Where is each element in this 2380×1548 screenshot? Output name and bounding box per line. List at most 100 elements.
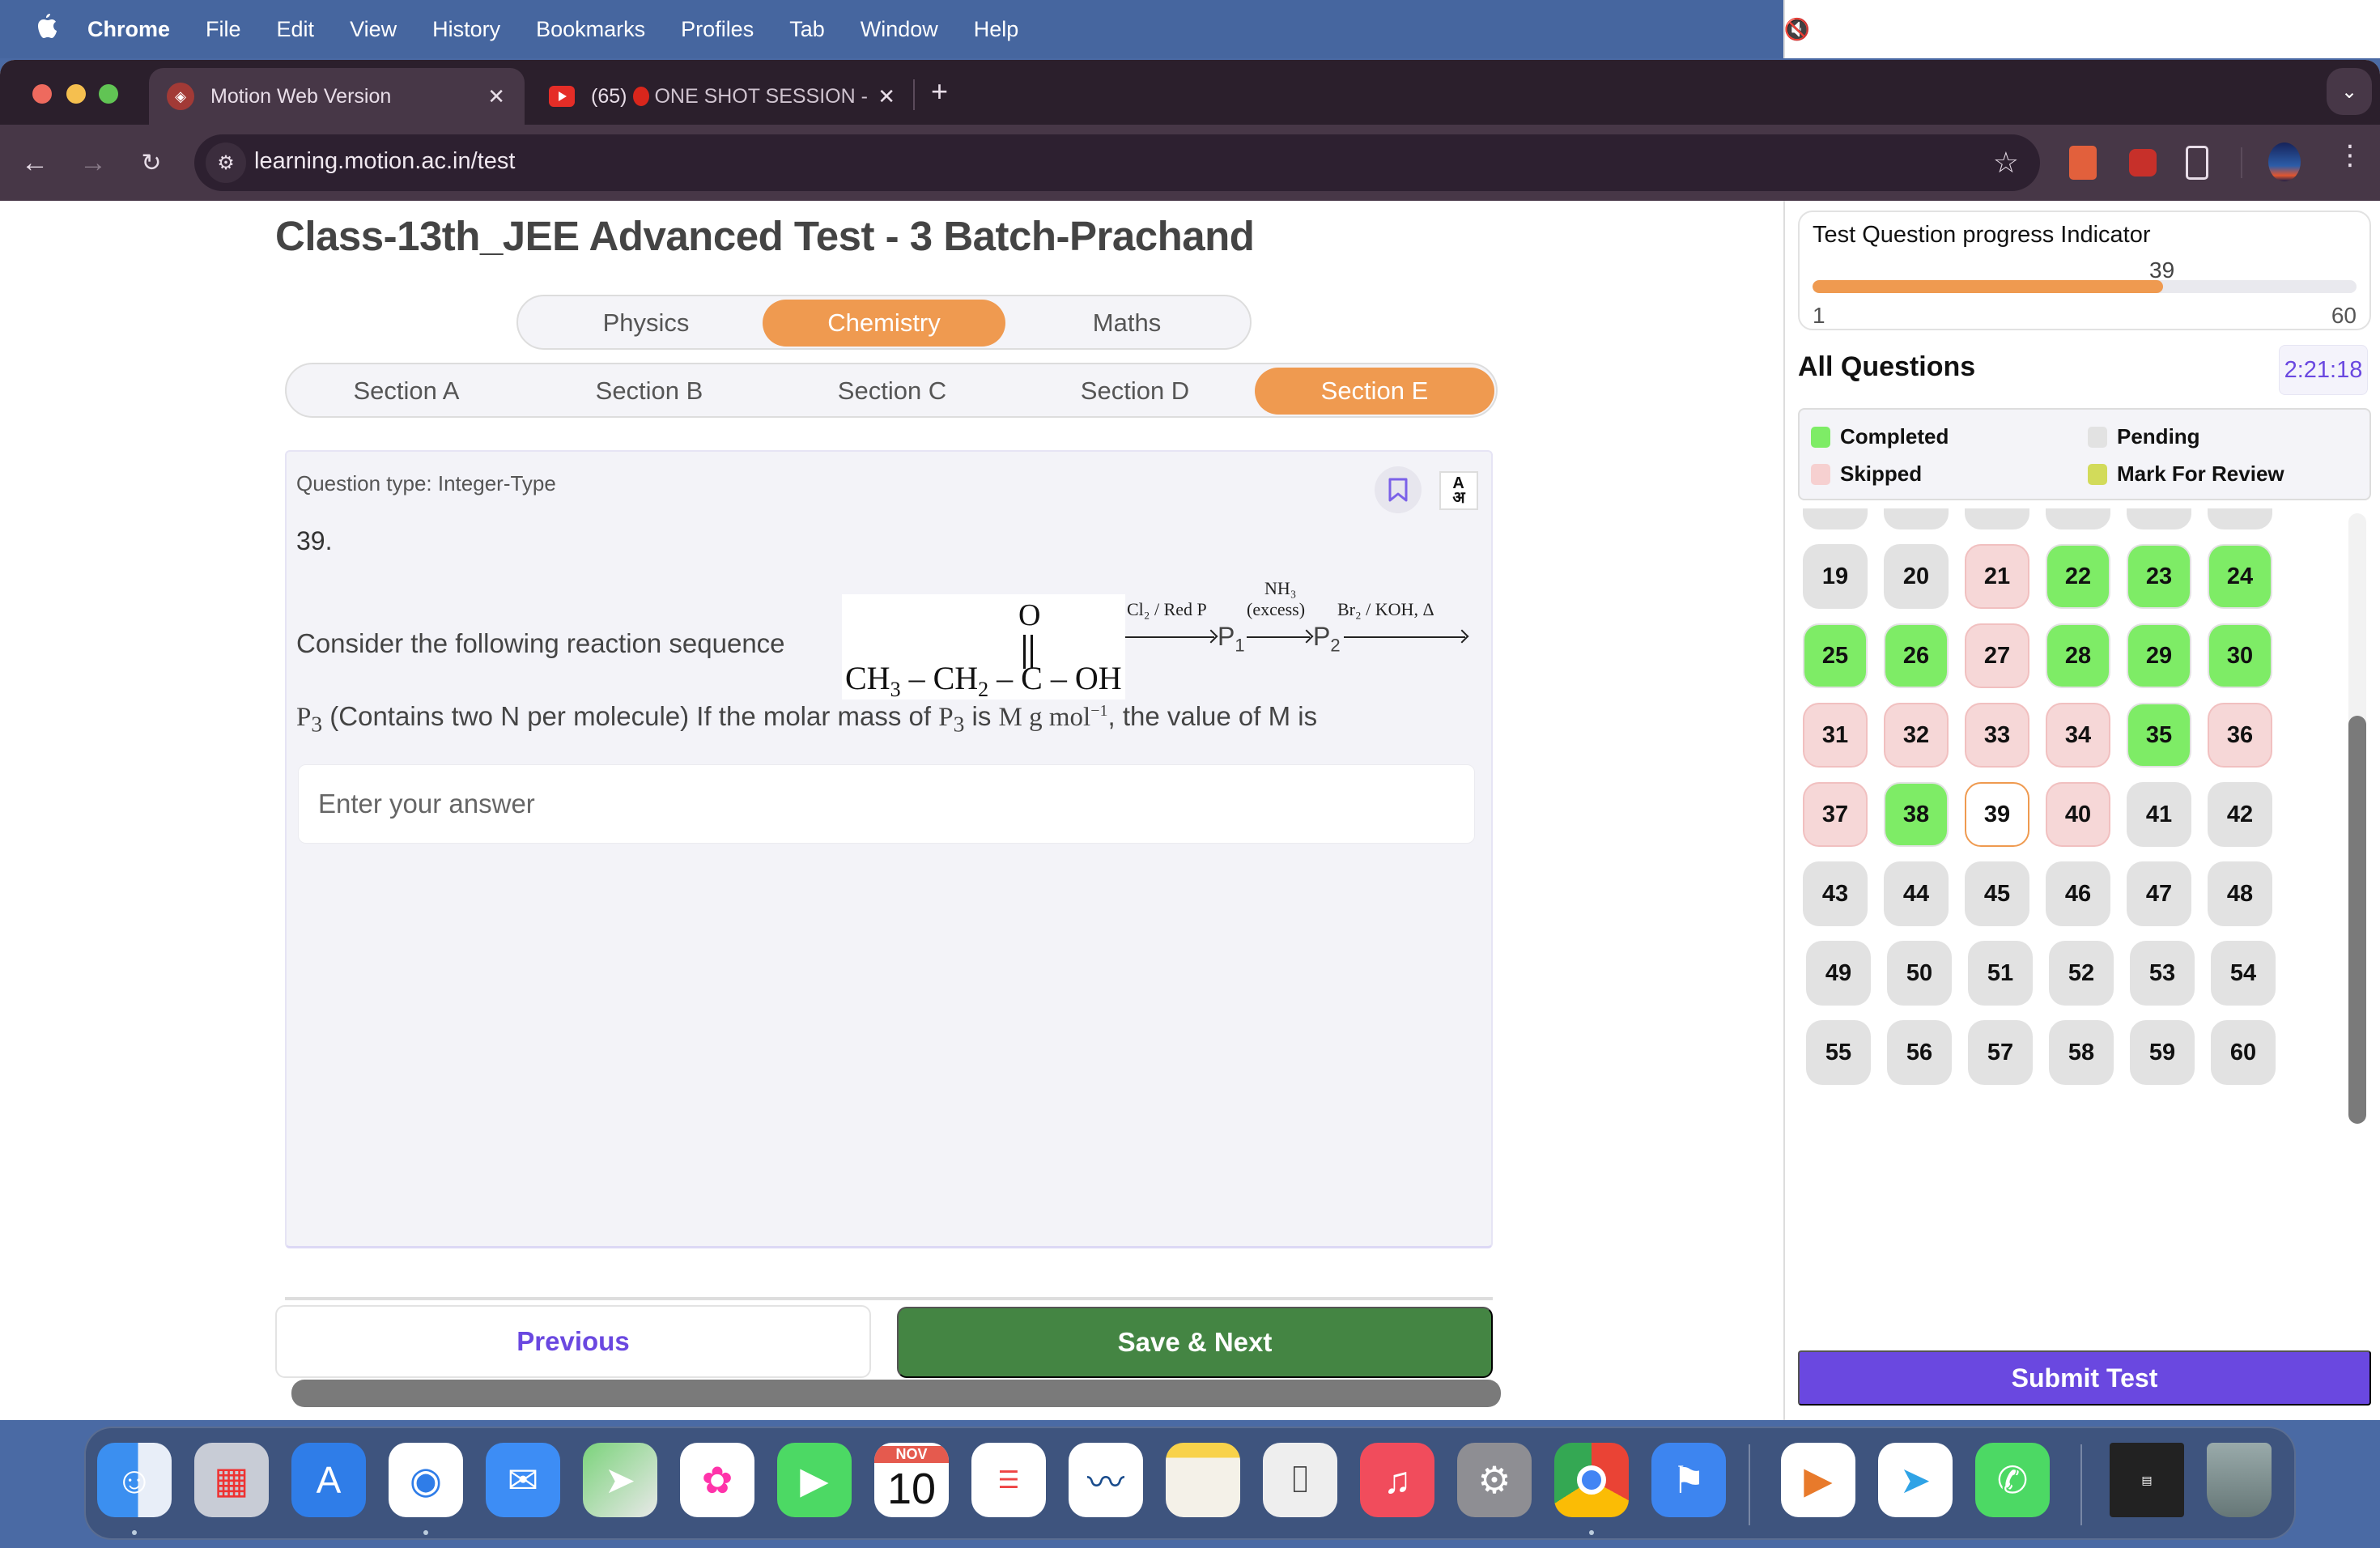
question-button-31[interactable]: 31 bbox=[1803, 703, 1868, 768]
chrome-icon[interactable] bbox=[1554, 1443, 1629, 1517]
forward-button[interactable]: → bbox=[73, 142, 113, 183]
question-button-57[interactable]: 57 bbox=[1968, 1020, 2033, 1085]
screen-mirroring-icon[interactable]: ▯ bbox=[2023, 17, 2034, 41]
system-settings-icon[interactable]: ⚙ bbox=[1457, 1443, 1532, 1517]
question-button-27[interactable]: 27 bbox=[1965, 623, 2029, 688]
back-button[interactable]: ← bbox=[15, 142, 55, 183]
question-button-48[interactable]: 48 bbox=[2208, 861, 2272, 926]
mail-icon[interactable]: ✉ bbox=[486, 1443, 560, 1517]
question-button-38[interactable]: 38 bbox=[1884, 782, 1949, 847]
screenshot-icon[interactable]: ⌷ bbox=[1263, 1443, 1337, 1517]
question-button-60[interactable]: 60 bbox=[2211, 1020, 2276, 1085]
question-button-54[interactable]: 54 bbox=[2211, 941, 2276, 1006]
app-store-icon[interactable]: A bbox=[291, 1443, 366, 1517]
facetime-icon[interactable]: ▶ bbox=[777, 1443, 852, 1517]
music-icon[interactable]: ♫ bbox=[1360, 1443, 1434, 1517]
mark-for-review-button[interactable] bbox=[1375, 466, 1422, 513]
menu-edit[interactable]: Edit bbox=[277, 17, 315, 42]
mute-icon[interactable]: 🔇 bbox=[1784, 17, 1810, 41]
menu-profiles[interactable]: Profiles bbox=[681, 17, 754, 42]
notes-icon[interactable] bbox=[1166, 1443, 1240, 1517]
question-button-50[interactable]: 50 bbox=[1887, 941, 1952, 1006]
launchpad-icon[interactable]: ▦ bbox=[194, 1443, 269, 1517]
menu-bookmarks[interactable]: Bookmarks bbox=[536, 17, 645, 42]
menu-app-name[interactable]: Chrome bbox=[87, 17, 170, 42]
question-button-26[interactable]: 26 bbox=[1884, 623, 1949, 688]
question-button-41[interactable]: 41 bbox=[2127, 782, 2191, 847]
tab-chemistry[interactable]: Chemistry bbox=[763, 300, 1005, 347]
wifi-icon[interactable] bbox=[2178, 17, 2202, 41]
control-center-icon[interactable] bbox=[2281, 17, 2299, 41]
photos-icon[interactable]: ✿ bbox=[680, 1443, 754, 1517]
question-button-30[interactable]: 30 bbox=[2208, 623, 2272, 688]
tab-section-c[interactable]: Section C bbox=[772, 368, 1012, 415]
menu-help[interactable]: Help bbox=[974, 17, 1019, 42]
close-window-button[interactable] bbox=[32, 84, 52, 104]
menu-history[interactable]: History bbox=[432, 17, 500, 42]
question-button-19[interactable]: 19 bbox=[1803, 544, 1868, 609]
horizontal-scrollbar[interactable] bbox=[291, 1380, 1501, 1407]
question-button-32[interactable]: 32 bbox=[1884, 703, 1949, 768]
time-machine-icon[interactable]: ⟲ bbox=[1838, 17, 1856, 41]
calendar-icon[interactable]: NOV 10 bbox=[874, 1443, 949, 1517]
question-button-42[interactable]: 42 bbox=[2208, 782, 2272, 847]
question-button-28[interactable]: 28 bbox=[2046, 623, 2110, 688]
tab-search-button[interactable]: ⌄ bbox=[2327, 68, 2372, 115]
downloads-stack-icon[interactable]: ▤ bbox=[2110, 1443, 2184, 1517]
save-and-next-button[interactable]: Save & Next bbox=[897, 1307, 1493, 1378]
question-button-45[interactable]: 45 bbox=[1965, 861, 2029, 926]
question-button-40[interactable]: 40 bbox=[2046, 782, 2110, 847]
tab-motion-web[interactable]: ◈ Motion Web Version ✕ bbox=[149, 68, 525, 125]
media-player-icon[interactable]: ▶ bbox=[1781, 1443, 1855, 1517]
extension-fire-icon[interactable] bbox=[2069, 146, 2097, 180]
site-info-icon[interactable]: ⚙ bbox=[206, 142, 246, 183]
maps-icon[interactable]: ➤ bbox=[583, 1443, 657, 1517]
question-button-20[interactable]: 20 bbox=[1884, 544, 1949, 609]
safari-icon[interactable]: ◉ bbox=[389, 1443, 463, 1517]
apple-menu-icon[interactable] bbox=[31, 12, 63, 47]
minimize-window-button[interactable] bbox=[66, 84, 86, 104]
question-button-13[interactable]: 13 bbox=[1803, 508, 1868, 529]
question-button-15[interactable]: 15 bbox=[1965, 508, 2029, 529]
question-button-33[interactable]: 33 bbox=[1965, 703, 2029, 768]
accessibility-icon[interactable]: ⓘ bbox=[1933, 17, 1954, 43]
question-button-44[interactable]: 44 bbox=[1884, 861, 1949, 926]
brightness-icon[interactable]: ☀ bbox=[1885, 17, 1904, 41]
tab-section-b[interactable]: Section B bbox=[529, 368, 769, 415]
extension-video-speed-icon[interactable] bbox=[2129, 149, 2157, 176]
tab-youtube[interactable]: (65) ONE SHOT SESSION - ✕ bbox=[534, 68, 915, 125]
reload-button[interactable]: ↻ bbox=[131, 142, 172, 183]
question-button-59[interactable]: 59 bbox=[2130, 1020, 2195, 1085]
question-button-52[interactable]: 52 bbox=[2049, 941, 2114, 1006]
question-button-23[interactable]: 23 bbox=[2127, 544, 2191, 609]
question-button-43[interactable]: 43 bbox=[1803, 861, 1868, 926]
telegram-icon[interactable]: ➤ bbox=[1878, 1443, 1953, 1517]
previous-button[interactable]: Previous bbox=[275, 1305, 871, 1378]
question-button-47[interactable]: 47 bbox=[2127, 861, 2191, 926]
question-button-39[interactable]: 39 bbox=[1965, 782, 2029, 847]
question-button-55[interactable]: 55 bbox=[1806, 1020, 1871, 1085]
question-button-53[interactable]: 53 bbox=[2130, 941, 2195, 1006]
tab-maths[interactable]: Maths bbox=[1005, 300, 1248, 347]
close-tab-icon[interactable]: ✕ bbox=[487, 84, 505, 109]
translate-button[interactable]: Aअ bbox=[1439, 471, 1478, 510]
tab-section-d[interactable]: Section D bbox=[1015, 368, 1255, 415]
new-tab-button[interactable]: + bbox=[931, 74, 948, 108]
extensions-puzzle-icon[interactable] bbox=[2186, 146, 2208, 180]
question-button-34[interactable]: 34 bbox=[2046, 703, 2110, 768]
chrome-menu-icon[interactable]: ⋮ bbox=[2336, 139, 2364, 172]
question-button-22[interactable]: 22 bbox=[2046, 544, 2110, 609]
tab-section-a[interactable]: Section A bbox=[287, 368, 526, 415]
tab-physics[interactable]: Physics bbox=[525, 300, 767, 347]
question-button-18[interactable]: 18 bbox=[2208, 508, 2272, 529]
tab-section-e[interactable]: Section E bbox=[1255, 368, 1494, 415]
bookmark-star-icon[interactable]: ☆ bbox=[1993, 146, 2019, 180]
question-button-37[interactable]: 37 bbox=[1803, 782, 1868, 847]
url-text[interactable]: learning.motion.ac.in/test bbox=[254, 148, 515, 175]
question-button-51[interactable]: 51 bbox=[1968, 941, 2033, 1006]
menu-window[interactable]: Window bbox=[861, 17, 938, 42]
question-button-29[interactable]: 29 bbox=[2127, 623, 2191, 688]
submit-test-button[interactable]: Submit Test bbox=[1798, 1350, 2371, 1406]
question-button-17[interactable]: 17 bbox=[2127, 508, 2191, 529]
trash-icon[interactable] bbox=[2207, 1443, 2272, 1517]
